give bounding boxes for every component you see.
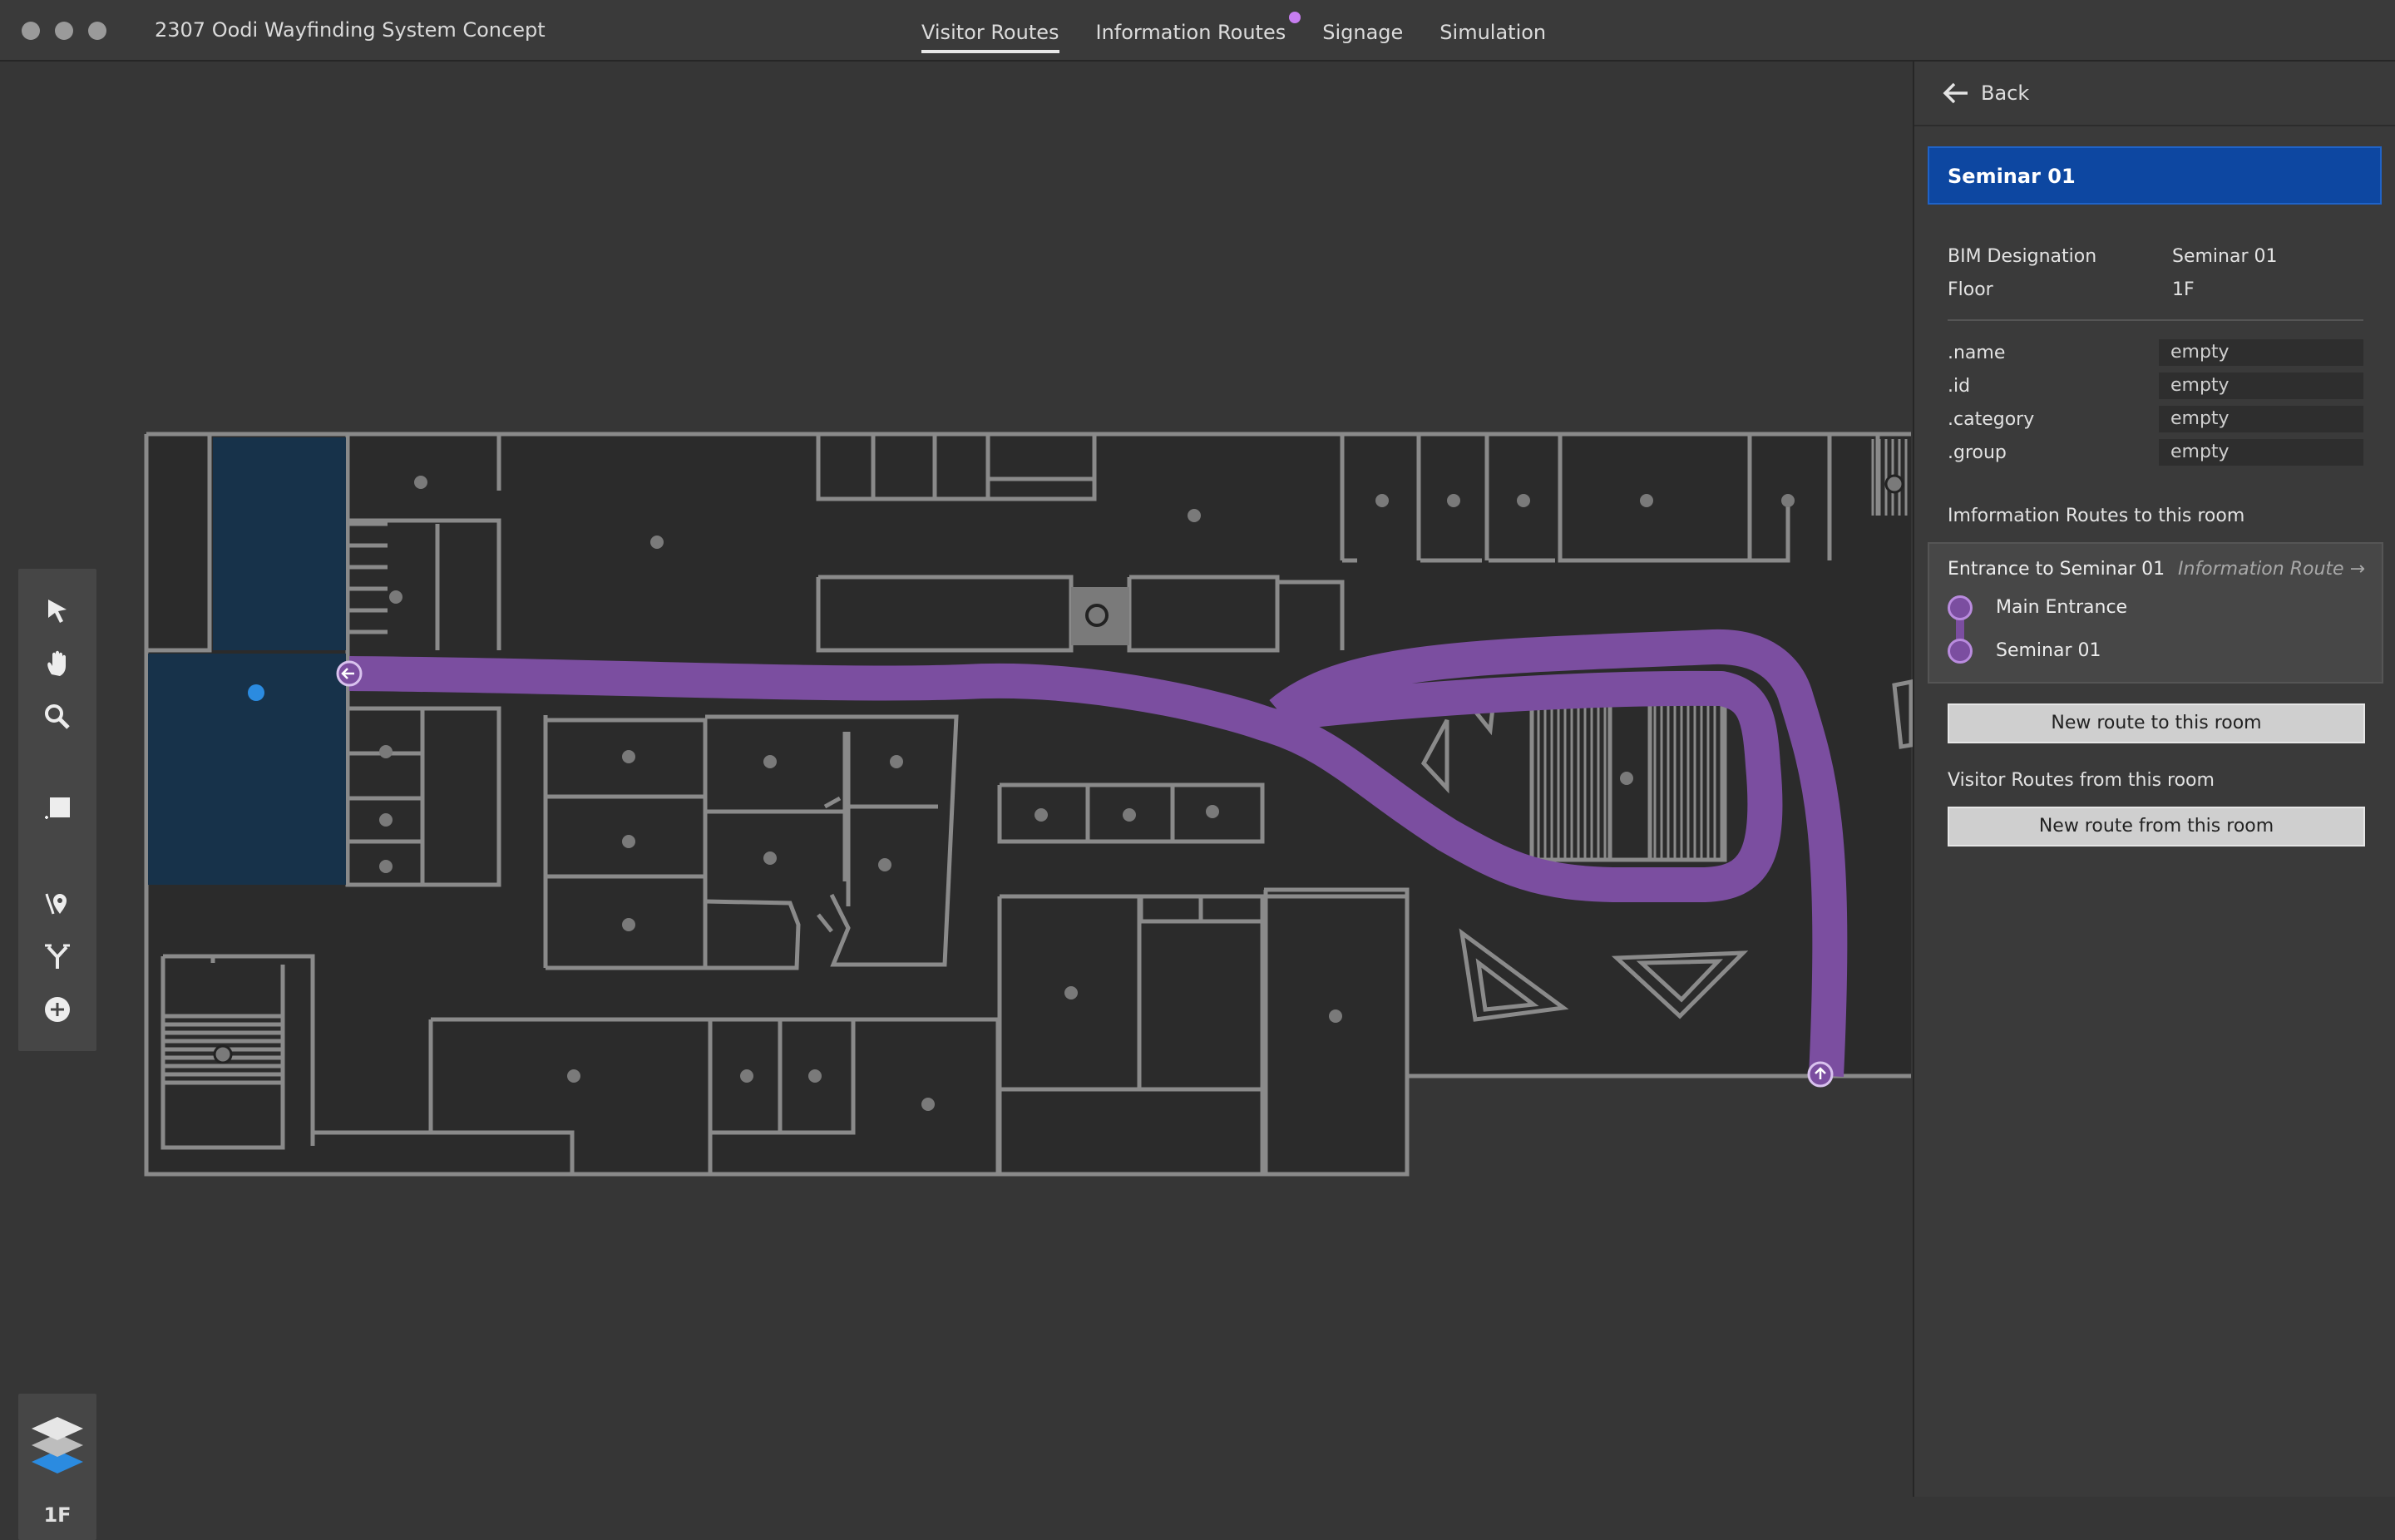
tab-label: Information Routes	[1095, 21, 1286, 44]
route-title: Entrance to Seminar 01	[1948, 559, 2165, 580]
visitor-routes-heading: Visitor Routes from this room	[1948, 770, 2215, 791]
map-canvas[interactable]: 1F	[0, 62, 1913, 1540]
floor-layer-selector[interactable]: 1F	[18, 1394, 96, 1540]
divider	[1914, 125, 2395, 126]
elevator-shaft	[1071, 587, 1129, 645]
back-button[interactable]: Back	[1943, 81, 2029, 105]
tool-palette	[18, 569, 96, 1051]
layers-icon	[32, 1417, 83, 1473]
selected-room-seminar-01[interactable]	[148, 654, 346, 885]
select-arrow-icon[interactable]	[37, 590, 77, 630]
tab-label: Simulation	[1439, 21, 1547, 44]
route-stop-label: Seminar 01	[1996, 640, 2101, 661]
zoom-window-button[interactable]	[88, 22, 106, 40]
add-circle-icon[interactable]	[37, 990, 77, 1029]
route-link-label: Information Route	[2177, 559, 2344, 580]
field-label-category: .category	[1948, 409, 2035, 430]
title-bar: 2307 Oodi Wayfinding System Concept Visi…	[0, 0, 2395, 62]
hand-pan-icon[interactable]	[37, 644, 77, 684]
property-key: Floor	[1948, 279, 1993, 300]
info-routes-heading: Imformation Routes to this room	[1948, 506, 2245, 526]
floor-area	[148, 436, 1911, 1076]
tab-simulation[interactable]: Simulation	[1421, 0, 1564, 62]
tab-label: Signage	[1322, 21, 1404, 44]
field-label-id: .id	[1948, 376, 1971, 397]
selected-room-marker	[248, 684, 264, 701]
top-tabs: Visitor Routes Information Routes Signag…	[903, 0, 1564, 62]
stair-node	[213, 1044, 233, 1064]
window-title: 2307 Oodi Wayfinding System Concept	[155, 18, 546, 42]
divider	[1948, 319, 2363, 321]
route-stop-label: Main Entrance	[1996, 597, 2128, 618]
tab-label: Visitor Routes	[921, 21, 1059, 44]
tab-signage[interactable]: Signage	[1304, 0, 1421, 62]
zoom-icon[interactable]	[37, 697, 77, 737]
tab-information-routes[interactable]: Information Routes	[1078, 0, 1305, 62]
information-route-card[interactable]: Entrance to Seminar 01 Information Route…	[1928, 542, 2383, 684]
field-label-group: .group	[1948, 442, 2007, 463]
route-pin-icon[interactable]	[37, 883, 77, 923]
room-title-bar: Seminar 01	[1928, 146, 2382, 205]
selected-room-upper[interactable]	[213, 437, 346, 650]
id-field[interactable]: empty	[2159, 373, 2363, 399]
rectangle-icon[interactable]	[37, 788, 77, 828]
route-branch-icon[interactable]	[37, 936, 77, 976]
stair-node-right	[1884, 474, 1904, 494]
property-value: Seminar 01	[2172, 246, 2278, 267]
notification-badge	[1289, 12, 1301, 23]
room-title: Seminar 01	[1948, 165, 2076, 188]
close-window-button[interactable]	[22, 22, 40, 40]
name-field[interactable]: empty	[2159, 339, 2363, 366]
floor-label: 1F	[43, 1503, 72, 1527]
tab-visitor-routes[interactable]: Visitor Routes	[903, 0, 1078, 62]
back-label: Back	[1981, 81, 2030, 105]
category-field[interactable]: empty	[2159, 406, 2363, 432]
arrow-right-icon: →	[2349, 559, 2365, 580]
new-route-to-room-button[interactable]: New route to this room	[1948, 703, 2365, 743]
route-stop-icon	[1948, 639, 1973, 664]
arrow-left-icon	[1943, 82, 1968, 104]
property-value: 1F	[2172, 279, 2195, 300]
field-label-name: .name	[1948, 343, 2006, 363]
room-inspector-panel: Back Seminar 01 BIM Designation Seminar …	[1913, 62, 2395, 1497]
floor-plan[interactable]	[0, 62, 1913, 1497]
group-field[interactable]: empty	[2159, 439, 2363, 466]
route-stop-icon	[1948, 595, 1973, 620]
information-route-link[interactable]: Information Route →	[2178, 559, 2365, 580]
property-key: BIM Designation	[1948, 246, 2097, 267]
minimize-window-button[interactable]	[55, 22, 73, 40]
new-route-from-room-button[interactable]: New route from this room	[1948, 807, 2365, 847]
